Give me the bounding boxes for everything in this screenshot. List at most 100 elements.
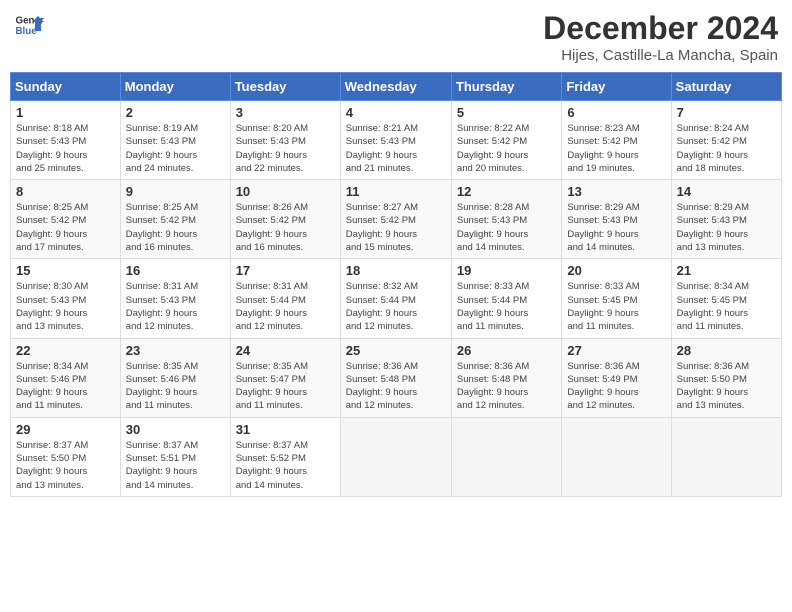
- calendar-cell: 19 Sunrise: 8:33 AM Sunset: 5:44 PM Dayli…: [451, 259, 561, 338]
- day-number: 3: [236, 105, 335, 120]
- day-number: 30: [126, 422, 225, 437]
- day-info: Sunrise: 8:37 AM Sunset: 5:51 PM Dayligh…: [126, 439, 225, 492]
- weekday-header-friday: Friday: [562, 73, 671, 101]
- day-number: 28: [677, 343, 776, 358]
- day-info: Sunrise: 8:24 AM Sunset: 5:42 PM Dayligh…: [677, 122, 776, 175]
- calendar-cell: 27 Sunrise: 8:36 AM Sunset: 5:49 PM Dayli…: [562, 338, 671, 417]
- calendar-title: December 2024: [543, 10, 778, 47]
- calendar-week-row: 22 Sunrise: 8:34 AM Sunset: 5:46 PM Dayli…: [11, 338, 782, 417]
- day-number: 31: [236, 422, 335, 437]
- calendar-subtitle: Hijes, Castille-La Mancha, Spain: [543, 47, 778, 64]
- calendar-cell: 6Sunrise: 8:23 AM Sunset: 5:42 PM Daylig…: [562, 101, 671, 180]
- day-number: 18: [346, 263, 446, 278]
- calendar-cell: 7Sunrise: 8:24 AM Sunset: 5:42 PM Daylig…: [671, 101, 781, 180]
- day-number: 29: [16, 422, 115, 437]
- calendar-cell: 5Sunrise: 8:22 AM Sunset: 5:42 PM Daylig…: [451, 101, 561, 180]
- calendar-week-row: 8 Sunrise: 8:25 AM Sunset: 5:42 PM Daylig…: [11, 180, 782, 259]
- calendar-cell: [451, 417, 561, 496]
- calendar-cell: 12 Sunrise: 8:28 AM Sunset: 5:43 PM Dayli…: [451, 180, 561, 259]
- day-number: 16: [126, 263, 225, 278]
- day-info: Sunrise: 8:36 AM Sunset: 5:49 PM Dayligh…: [567, 360, 665, 413]
- day-info: Sunrise: 8:36 AM Sunset: 5:48 PM Dayligh…: [346, 360, 446, 413]
- day-info: Sunrise: 8:22 AM Sunset: 5:42 PM Dayligh…: [457, 122, 556, 175]
- calendar-cell: 28 Sunrise: 8:36 AM Sunset: 5:50 PM Dayli…: [671, 338, 781, 417]
- day-info: Sunrise: 8:37 AM Sunset: 5:50 PM Dayligh…: [16, 439, 115, 492]
- day-number: 23: [126, 343, 225, 358]
- day-number: 21: [677, 263, 776, 278]
- day-info: Sunrise: 8:36 AM Sunset: 5:50 PM Dayligh…: [677, 360, 776, 413]
- calendar-week-row: 29 Sunrise: 8:37 AM Sunset: 5:50 PM Dayli…: [11, 417, 782, 496]
- day-info: Sunrise: 8:34 AM Sunset: 5:46 PM Dayligh…: [16, 360, 115, 413]
- calendar-cell: 21 Sunrise: 8:34 AM Sunset: 5:45 PM Dayli…: [671, 259, 781, 338]
- calendar-cell: 16Sunrise: 8:31 AM Sunset: 5:43 PM Dayli…: [120, 259, 230, 338]
- calendar-cell: 11 Sunrise: 8:27 AM Sunset: 5:42 PM Dayli…: [340, 180, 451, 259]
- calendar-cell: 2 Sunrise: 8:19 AM Sunset: 5:43 PM Daylig…: [120, 101, 230, 180]
- day-number: 26: [457, 343, 556, 358]
- day-info: Sunrise: 8:21 AM Sunset: 5:43 PM Dayligh…: [346, 122, 446, 175]
- day-number: 2: [126, 105, 225, 120]
- day-number: 8: [16, 184, 115, 199]
- day-info: Sunrise: 8:28 AM Sunset: 5:43 PM Dayligh…: [457, 201, 556, 254]
- day-info: Sunrise: 8:31 AM Sunset: 5:44 PM Dayligh…: [236, 280, 335, 333]
- calendar-cell: 13 Sunrise: 8:29 AM Sunset: 5:43 PM Dayli…: [562, 180, 671, 259]
- calendar-cell: 3Sunrise: 8:20 AM Sunset: 5:43 PM Daylig…: [230, 101, 340, 180]
- day-info: Sunrise: 8:19 AM Sunset: 5:43 PM Dayligh…: [126, 122, 225, 175]
- day-info: Sunrise: 8:36 AM Sunset: 5:48 PM Dayligh…: [457, 360, 556, 413]
- calendar-cell: 1 Sunrise: 8:18 AM Sunset: 5:43 PM Daylig…: [11, 101, 121, 180]
- calendar-cell: 30 Sunrise: 8:37 AM Sunset: 5:51 PM Dayli…: [120, 417, 230, 496]
- calendar-cell: [340, 417, 451, 496]
- day-info: Sunrise: 8:25 AM Sunset: 5:42 PM Dayligh…: [126, 201, 225, 254]
- day-number: 4: [346, 105, 446, 120]
- day-number: 24: [236, 343, 335, 358]
- day-info: Sunrise: 8:26 AM Sunset: 5:42 PM Dayligh…: [236, 201, 335, 254]
- calendar-cell: 24 Sunrise: 8:35 AM Sunset: 5:47 PM Dayli…: [230, 338, 340, 417]
- day-number: 10: [236, 184, 335, 199]
- header: General Blue December 2024 Hijes, Castil…: [10, 10, 782, 64]
- day-info: Sunrise: 8:25 AM Sunset: 5:42 PM Dayligh…: [16, 201, 115, 254]
- day-number: 25: [346, 343, 446, 358]
- logo-icon: General Blue: [14, 10, 44, 40]
- day-number: 27: [567, 343, 665, 358]
- weekday-header-monday: Monday: [120, 73, 230, 101]
- weekday-header-sunday: Sunday: [11, 73, 121, 101]
- calendar-cell: 26 Sunrise: 8:36 AM Sunset: 5:48 PM Dayli…: [451, 338, 561, 417]
- day-number: 1: [16, 105, 115, 120]
- day-info: Sunrise: 8:37 AM Sunset: 5:52 PM Dayligh…: [236, 439, 335, 492]
- day-number: 14: [677, 184, 776, 199]
- day-info: Sunrise: 8:29 AM Sunset: 5:43 PM Dayligh…: [677, 201, 776, 254]
- calendar-cell: [562, 417, 671, 496]
- calendar-cell: 18Sunrise: 8:32 AM Sunset: 5:44 PM Dayli…: [340, 259, 451, 338]
- weekday-header-wednesday: Wednesday: [340, 73, 451, 101]
- day-number: 13: [567, 184, 665, 199]
- day-info: Sunrise: 8:33 AM Sunset: 5:45 PM Dayligh…: [567, 280, 665, 333]
- calendar-table: SundayMondayTuesdayWednesdayThursdayFrid…: [10, 72, 782, 497]
- weekday-header-saturday: Saturday: [671, 73, 781, 101]
- day-info: Sunrise: 8:34 AM Sunset: 5:45 PM Dayligh…: [677, 280, 776, 333]
- calendar-cell: 10 Sunrise: 8:26 AM Sunset: 5:42 PM Dayli…: [230, 180, 340, 259]
- title-area: December 2024 Hijes, Castille-La Mancha,…: [543, 10, 778, 64]
- day-number: 20: [567, 263, 665, 278]
- calendar-cell: 22 Sunrise: 8:34 AM Sunset: 5:46 PM Dayli…: [11, 338, 121, 417]
- calendar-cell: 25 Sunrise: 8:36 AM Sunset: 5:48 PM Dayli…: [340, 338, 451, 417]
- calendar-cell: 31 Sunrise: 8:37 AM Sunset: 5:52 PM Dayli…: [230, 417, 340, 496]
- day-number: 19: [457, 263, 556, 278]
- calendar-week-row: 15 Sunrise: 8:30 AM Sunset: 5:43 PM Dayli…: [11, 259, 782, 338]
- day-info: Sunrise: 8:29 AM Sunset: 5:43 PM Dayligh…: [567, 201, 665, 254]
- day-number: 12: [457, 184, 556, 199]
- day-number: 22: [16, 343, 115, 358]
- calendar-cell: 14 Sunrise: 8:29 AM Sunset: 5:43 PM Dayli…: [671, 180, 781, 259]
- day-info: Sunrise: 8:30 AM Sunset: 5:43 PM Dayligh…: [16, 280, 115, 333]
- day-info: Sunrise: 8:23 AM Sunset: 5:42 PM Dayligh…: [567, 122, 665, 175]
- day-info: Sunrise: 8:27 AM Sunset: 5:42 PM Dayligh…: [346, 201, 446, 254]
- day-info: Sunrise: 8:33 AM Sunset: 5:44 PM Dayligh…: [457, 280, 556, 333]
- day-info: Sunrise: 8:18 AM Sunset: 5:43 PM Dayligh…: [16, 122, 115, 175]
- calendar-cell: 15 Sunrise: 8:30 AM Sunset: 5:43 PM Dayli…: [11, 259, 121, 338]
- svg-text:Blue: Blue: [16, 26, 38, 37]
- day-info: Sunrise: 8:35 AM Sunset: 5:47 PM Dayligh…: [236, 360, 335, 413]
- day-info: Sunrise: 8:35 AM Sunset: 5:46 PM Dayligh…: [126, 360, 225, 413]
- calendar-cell: 29 Sunrise: 8:37 AM Sunset: 5:50 PM Dayli…: [11, 417, 121, 496]
- calendar-cell: [671, 417, 781, 496]
- calendar-cell: 4 Sunrise: 8:21 AM Sunset: 5:43 PM Daylig…: [340, 101, 451, 180]
- day-number: 15: [16, 263, 115, 278]
- day-number: 11: [346, 184, 446, 199]
